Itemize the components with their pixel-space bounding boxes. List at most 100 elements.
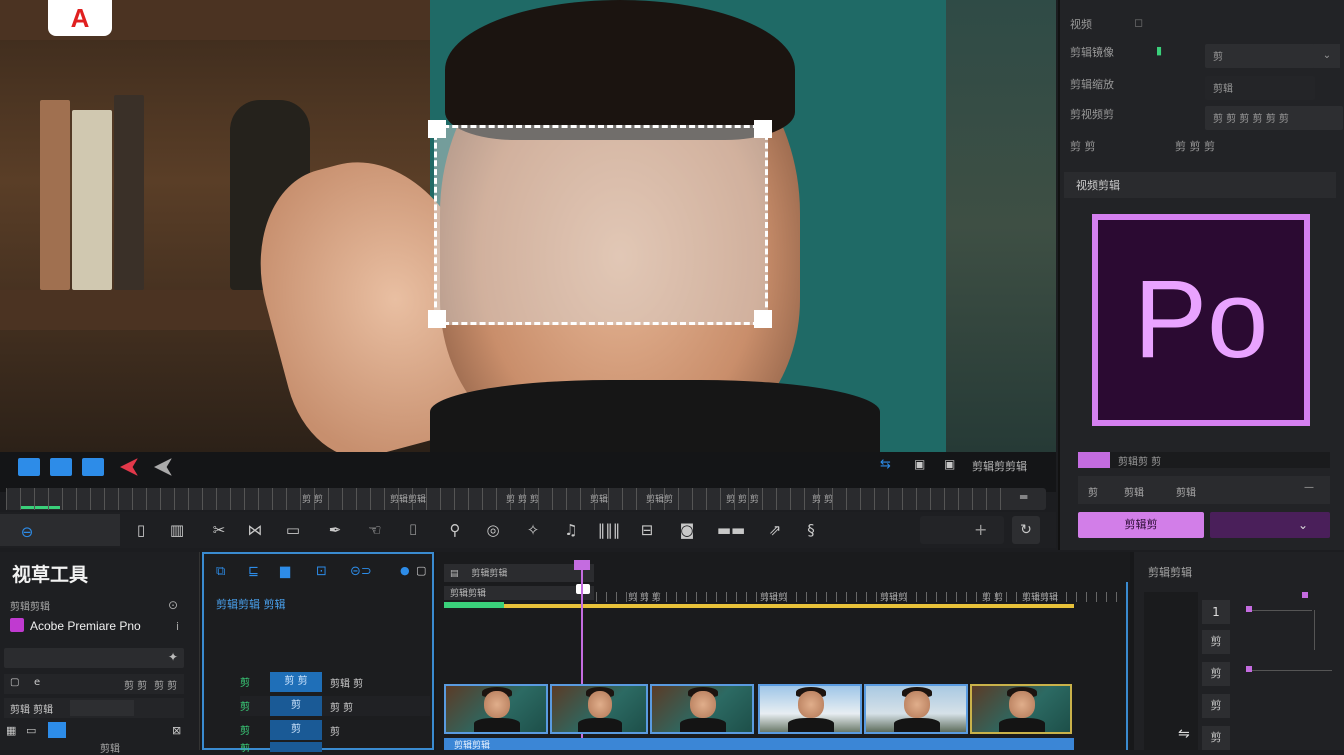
razor-icon[interactable]: ✂	[208, 520, 230, 540]
export-icon[interactable]: ⊟	[636, 520, 658, 540]
crop-handle-bl[interactable]	[428, 310, 446, 328]
settings-icon[interactable]: ⊙	[168, 598, 178, 612]
premiere-icon	[10, 618, 24, 632]
slider-track[interactable]: 剪辑剪 剪	[1078, 452, 1330, 468]
keyframe[interactable]	[1302, 592, 1308, 598]
tab-b[interactable]: 剪辑	[1124, 484, 1144, 499]
effects-icon[interactable]: ✧	[522, 520, 544, 540]
effect-chip[interactable]: 剪	[270, 720, 322, 740]
crop-handle-tr[interactable]	[754, 120, 772, 138]
hand-icon[interactable]: ☜	[364, 520, 386, 540]
ruler-label: 剪 剪	[302, 495, 323, 505]
filter-text[interactable]: e	[34, 677, 40, 688]
crop-handle-br[interactable]	[754, 310, 772, 328]
crop-handle-tl[interactable]	[428, 120, 446, 138]
side-button[interactable]: 剪	[1202, 630, 1230, 654]
effects-icon[interactable]: ⧉	[216, 564, 225, 579]
loop-icon[interactable]: ⇆	[880, 457, 891, 472]
box-icon[interactable]: ▢	[416, 564, 426, 577]
dot-icon[interactable]: ●	[400, 564, 410, 577]
option-field[interactable]	[70, 700, 134, 716]
pen-icon[interactable]: ✒	[324, 520, 346, 540]
refresh-icon[interactable]: ↻	[1012, 516, 1040, 544]
audio-icon[interactable]: ♫	[560, 520, 582, 540]
video-clip[interactable]	[550, 684, 648, 734]
waveform-icon[interactable]: ‖‖‖	[594, 520, 624, 540]
effect-chip[interactable]	[270, 742, 322, 752]
share-icon[interactable]: ⇗	[764, 520, 786, 540]
pin-icon[interactable]: ✦	[168, 650, 178, 664]
tab-a[interactable]: 剪	[1088, 484, 1098, 499]
prop-value-field[interactable]: 剪 剪 剪 剪 剪 剪	[1205, 106, 1343, 130]
active-view-icon[interactable]	[48, 722, 66, 738]
mask-icon[interactable]: ◎	[482, 520, 504, 540]
playhead-handle[interactable]	[576, 584, 590, 594]
clip-caption-bar[interactable]: 剪辑剪辑	[444, 738, 1074, 751]
link-icon[interactable]: ⊝⊃	[350, 564, 372, 579]
marker-icon[interactable]	[154, 458, 172, 476]
folder-icon[interactable]	[50, 458, 72, 476]
app-name[interactable]: Acobe Premiare Pno	[30, 619, 141, 633]
frame-icon[interactable]: ⊡	[316, 564, 327, 579]
keyframe[interactable]	[1246, 606, 1252, 612]
folder-icon[interactable]	[18, 458, 40, 476]
camera-icon[interactable]: ◙	[676, 520, 698, 540]
rectangle-icon[interactable]: ▭	[282, 520, 304, 540]
keyframe[interactable]	[1246, 666, 1252, 672]
list-icon[interactable]: ▭	[26, 724, 36, 737]
ripple-edit-icon[interactable]: ▥	[166, 520, 188, 540]
crop-icon[interactable]: ⊑	[248, 564, 259, 579]
slider-fill	[1078, 452, 1110, 468]
video-clip[interactable]	[864, 684, 968, 734]
prop-value-field[interactable]: 剪	[1205, 44, 1315, 68]
search-input[interactable]: ✦	[4, 648, 184, 668]
checkbox[interactable]: ▢	[10, 677, 19, 688]
video-clip-selected[interactable]	[970, 684, 1072, 734]
chevron-down-icon[interactable]: ⌄	[1314, 44, 1340, 68]
side-button[interactable]: 剪	[1202, 726, 1230, 750]
track-select-icon[interactable]: ▯	[130, 520, 152, 540]
timeline-scrubber[interactable]: 剪 剪 剪辑剪辑 剪 剪 剪 剪辑 剪辑剪 剪 剪 剪 剪 剪 ═	[6, 488, 1046, 510]
section-header[interactable]: 视频剪辑	[1064, 172, 1336, 198]
add-button[interactable]: +	[920, 516, 1004, 544]
bookshelf-right	[946, 0, 1056, 452]
trash-icon[interactable]: ⊠	[172, 724, 181, 737]
video-clip[interactable]	[650, 684, 754, 734]
effect-chip[interactable]: 剪	[270, 696, 322, 716]
ruler-label: 剪 剪	[982, 593, 1003, 603]
work-area-bar[interactable]	[444, 604, 1074, 608]
zoom-icon[interactable]: ⚲	[444, 520, 466, 540]
slider-label: 剪辑剪 剪	[1118, 457, 1162, 468]
track-subheader[interactable]: 剪辑剪辑	[444, 586, 594, 600]
primary-button[interactable]: 剪辑剪	[1078, 512, 1204, 538]
prop-value-field[interactable]: 剪辑	[1205, 76, 1315, 100]
minus-icon[interactable]: —	[1304, 482, 1314, 493]
video-clip[interactable]	[758, 684, 862, 734]
slip-icon[interactable]: ⋈	[244, 520, 266, 540]
selection-tool-icon[interactable]: ⊖	[16, 522, 38, 542]
side-button-1[interactable]: 1	[1202, 600, 1230, 624]
video-viewer[interactable]: A	[0, 0, 1056, 452]
text-icon[interactable]: ⌷	[402, 520, 424, 540]
export-frame-icon[interactable]: ▣	[944, 457, 955, 471]
link-icon[interactable]: §	[800, 520, 822, 540]
track-header[interactable]: ▤ 剪辑剪辑	[444, 564, 594, 582]
audio-icon[interactable]: ⇋	[1178, 726, 1190, 742]
toggle-icon[interactable]: ◻	[1134, 16, 1143, 29]
tab-c[interactable]: 剪辑	[1176, 484, 1196, 499]
folder-icon[interactable]: ▆	[280, 564, 290, 579]
dropdown-select[interactable]: ⌄	[1210, 512, 1330, 538]
side-button[interactable]: 剪	[1202, 694, 1230, 718]
crop-selection-box[interactable]	[434, 125, 768, 325]
info-icon[interactable]: ⅰ	[176, 620, 179, 633]
prop-row: 剪 剪 剪 剪 剪	[1070, 138, 1340, 160]
frame-icon[interactable]: ▣	[914, 457, 925, 471]
film-icon[interactable]: ▬▬	[716, 520, 746, 540]
folder-icon[interactable]	[82, 458, 104, 476]
effect-chip[interactable]: 剪 剪	[270, 672, 322, 692]
video-clip[interactable]	[444, 684, 548, 734]
grid-icon[interactable]: ▦	[6, 724, 16, 737]
marker-icon[interactable]	[120, 458, 138, 476]
side-button[interactable]: 剪	[1202, 662, 1230, 686]
menu-icon[interactable]: ═	[1020, 490, 1027, 504]
